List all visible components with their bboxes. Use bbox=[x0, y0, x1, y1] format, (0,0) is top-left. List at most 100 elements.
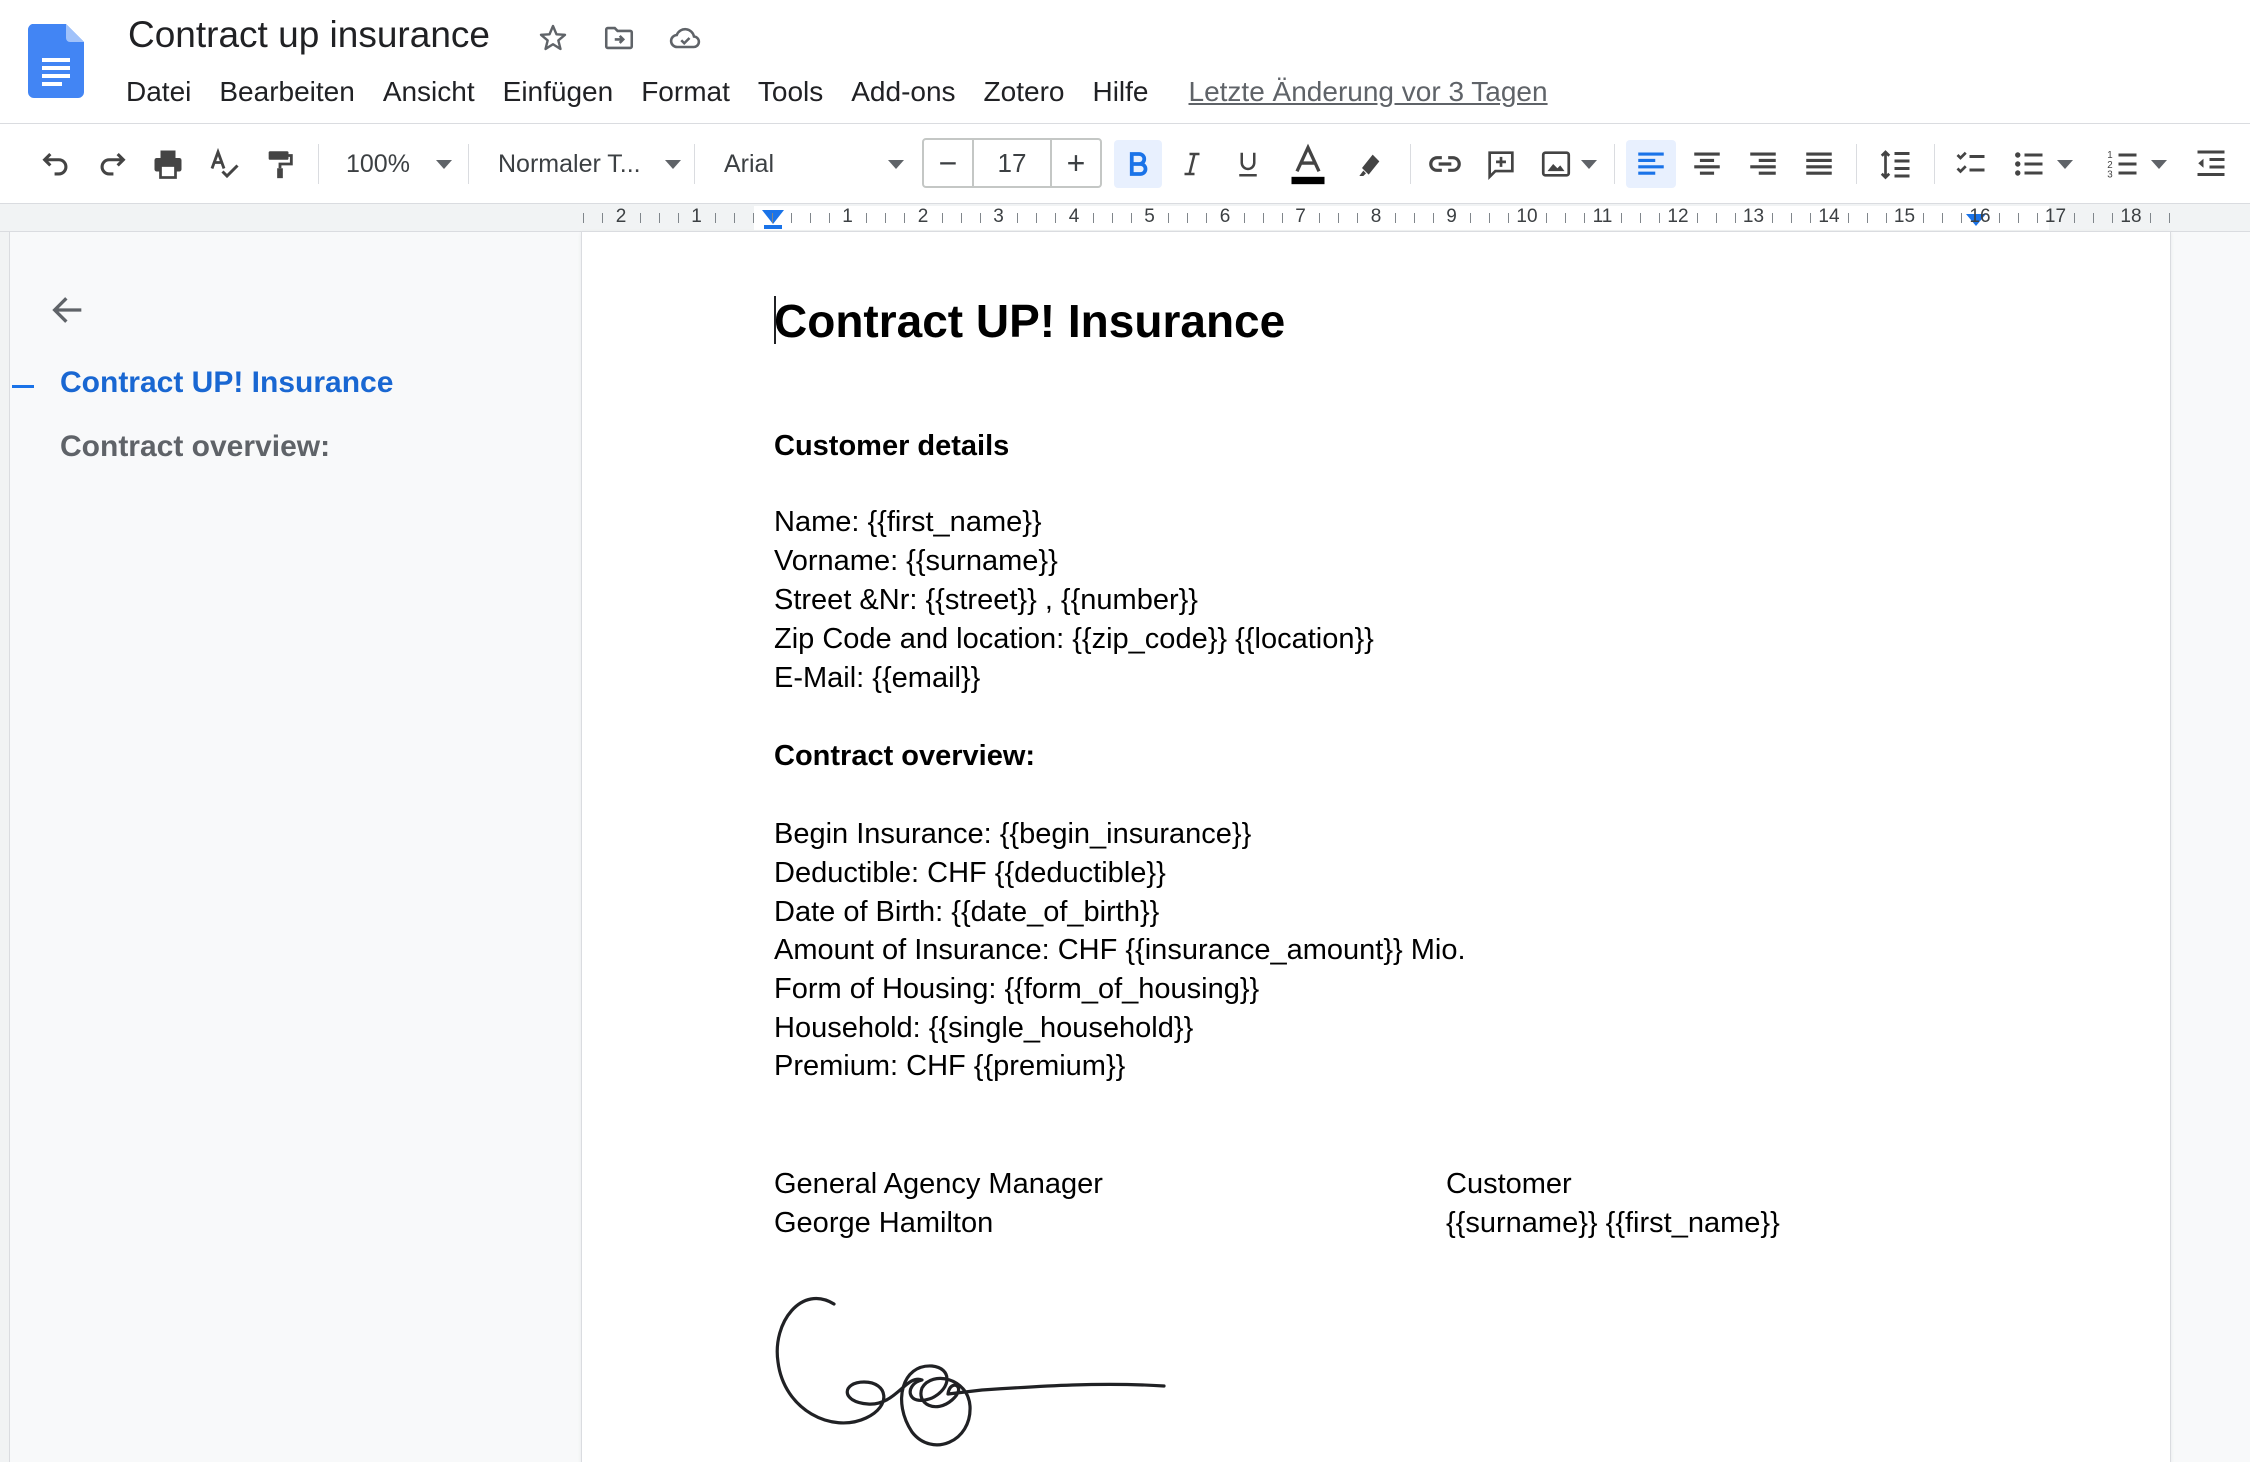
menu-bearbeiten[interactable]: Bearbeiten bbox=[205, 72, 368, 112]
left-indent-marker-icon[interactable] bbox=[760, 208, 786, 232]
contract-overview-heading: Contract overview: bbox=[774, 740, 1036, 772]
checklist-icon[interactable] bbox=[1948, 140, 1994, 188]
vertical-ruler bbox=[0, 232, 10, 1462]
chevron-down-icon bbox=[2151, 159, 2167, 169]
italic-icon[interactable] bbox=[1170, 140, 1214, 188]
star-icon[interactable] bbox=[533, 18, 573, 58]
ruler-number: 16 bbox=[1969, 206, 1991, 227]
ruler-tick bbox=[753, 213, 754, 223]
add-comment-icon[interactable] bbox=[1478, 140, 1524, 188]
insert-image-icon[interactable] bbox=[1536, 140, 1600, 188]
contract-line-amount: Amount of Insurance: CHF {{insurance_amo… bbox=[774, 934, 1466, 966]
outline-item-contract-overview[interactable]: Contract overview: bbox=[60, 430, 330, 464]
menu-einfuegen[interactable]: Einfügen bbox=[489, 72, 628, 112]
zoom-select[interactable]: 100% bbox=[346, 140, 452, 188]
align-justify-icon[interactable] bbox=[1796, 140, 1842, 188]
ruler-tick bbox=[2018, 213, 2019, 223]
ruler-tick bbox=[1961, 213, 1962, 223]
increase-font-size-button[interactable]: + bbox=[1052, 140, 1100, 186]
ruler-tick bbox=[1791, 213, 1792, 223]
ruler-number: 14 bbox=[1818, 206, 1840, 227]
menu-datei[interactable]: Datei bbox=[112, 72, 205, 112]
align-left-icon[interactable] bbox=[1626, 140, 1676, 188]
toolbar-divider bbox=[468, 144, 469, 184]
menu-add-ons[interactable]: Add-ons bbox=[837, 72, 969, 112]
redo-icon[interactable] bbox=[90, 140, 134, 188]
bold-icon[interactable] bbox=[1114, 140, 1162, 188]
spellcheck-icon[interactable] bbox=[202, 140, 246, 188]
ruler-tick bbox=[904, 213, 905, 223]
ruler-tick bbox=[829, 213, 830, 223]
ruler-tick bbox=[1282, 213, 1283, 223]
ruler-number: 8 bbox=[1370, 206, 1382, 227]
ruler-text-area bbox=[754, 206, 2049, 230]
move-to-folder-icon[interactable] bbox=[599, 18, 639, 58]
docs-logo-icon[interactable] bbox=[28, 24, 84, 98]
toolbar-divider bbox=[1856, 144, 1857, 184]
ruler-tick bbox=[1565, 213, 1566, 223]
print-icon[interactable] bbox=[146, 140, 190, 188]
ruler-tick bbox=[1659, 213, 1660, 223]
document-heading: Contract UP! Insurance bbox=[774, 295, 1286, 347]
signatory-name: George Hamilton bbox=[774, 1207, 994, 1239]
ruler-tick bbox=[1206, 213, 1207, 223]
cloud-saved-icon[interactable] bbox=[665, 18, 705, 58]
ruler-tick bbox=[640, 213, 641, 223]
ruler-number: 17 bbox=[2044, 206, 2067, 227]
font-size-input[interactable]: 17 bbox=[972, 140, 1052, 186]
line-spacing-icon[interactable] bbox=[1872, 140, 1920, 188]
chevron-down-icon bbox=[888, 159, 904, 169]
ruler-tick bbox=[1584, 213, 1585, 223]
outline-item-title[interactable]: Contract UP! Insurance bbox=[60, 366, 393, 400]
horizontal-ruler[interactable]: 2 1 1 2 3 4 5 6 7 8 9 10 11 12 13 14 15 16 17 18 bbox=[0, 204, 2250, 232]
paragraph-style-value: Normaler T... bbox=[498, 149, 641, 178]
paint-format-icon[interactable] bbox=[258, 140, 302, 188]
ruler-tick bbox=[1357, 213, 1358, 223]
header: Contract up insurance Datei Bearbeiten A… bbox=[0, 0, 2250, 124]
customer-line-name: Name: {{first_name}} bbox=[774, 506, 1042, 538]
document-title[interactable]: Contract up insurance bbox=[128, 14, 490, 56]
menu-hilfe[interactable]: Hilfe bbox=[1078, 72, 1162, 112]
font-select[interactable]: Arial bbox=[724, 140, 904, 188]
ruler-number: 5 bbox=[1144, 206, 1155, 227]
ruler-tick bbox=[1055, 213, 1056, 223]
ruler-tick bbox=[1395, 213, 1396, 223]
numbered-list-icon[interactable]: 123 bbox=[2100, 140, 2172, 188]
paragraph-style-select[interactable]: Normaler T... bbox=[498, 140, 681, 188]
ruler-number: 12 bbox=[1667, 206, 1689, 227]
toolbar-divider bbox=[1410, 144, 1411, 184]
decrease-font-size-button[interactable]: − bbox=[924, 140, 972, 186]
underline-icon[interactable] bbox=[1226, 140, 1270, 188]
menu-tools[interactable]: Tools bbox=[744, 72, 837, 112]
undo-icon[interactable] bbox=[34, 140, 78, 188]
decrease-indent-icon[interactable] bbox=[2186, 140, 2236, 188]
text-color-icon[interactable] bbox=[1284, 140, 1332, 188]
customer-line-email: E-Mail: {{email}} bbox=[774, 662, 981, 694]
customer-details-heading: Customer details bbox=[774, 430, 1010, 462]
highlight-icon[interactable] bbox=[1348, 140, 1392, 188]
font-size-stepper: − 17 + bbox=[922, 138, 1102, 188]
document-page[interactable]: Contract UP! Insurance Customer details … bbox=[582, 232, 2170, 1462]
insert-link-icon[interactable] bbox=[1420, 140, 1470, 188]
menu-zotero[interactable]: Zotero bbox=[970, 72, 1079, 112]
customer-line-vorname: Vorname: {{surname}} bbox=[774, 545, 1058, 577]
customer-line-zip: Zip Code and location: {{zip_code}} {{lo… bbox=[774, 623, 1374, 655]
align-right-icon[interactable] bbox=[1740, 140, 1786, 188]
last-edit-link[interactable]: Letzte Änderung vor 3 Tagen bbox=[1189, 76, 1548, 108]
menu-format[interactable]: Format bbox=[627, 72, 744, 112]
ruler-tick bbox=[715, 213, 716, 223]
ruler-tick bbox=[659, 213, 660, 223]
toolbar: 100% Normaler T... Arial − 17 + 1 2 3 bbox=[0, 124, 2250, 204]
ruler-tick bbox=[2037, 213, 2038, 223]
contract-line-begin: Begin Insurance: {{begin_insurance}} bbox=[774, 818, 1252, 850]
ruler-tick bbox=[1697, 213, 1698, 223]
menu-ansicht[interactable]: Ansicht bbox=[369, 72, 489, 112]
bulleted-list-icon[interactable] bbox=[2006, 140, 2078, 188]
ruler-number: 10 bbox=[1516, 206, 1538, 227]
align-center-icon[interactable] bbox=[1684, 140, 1730, 188]
ruler-tick bbox=[1263, 213, 1264, 223]
google-docs-window: Contract up insurance Datei Bearbeiten A… bbox=[0, 0, 2250, 1462]
back-arrow-icon[interactable] bbox=[48, 290, 88, 330]
ruler-tick bbox=[1942, 213, 1943, 223]
ruler-tick bbox=[961, 213, 962, 223]
